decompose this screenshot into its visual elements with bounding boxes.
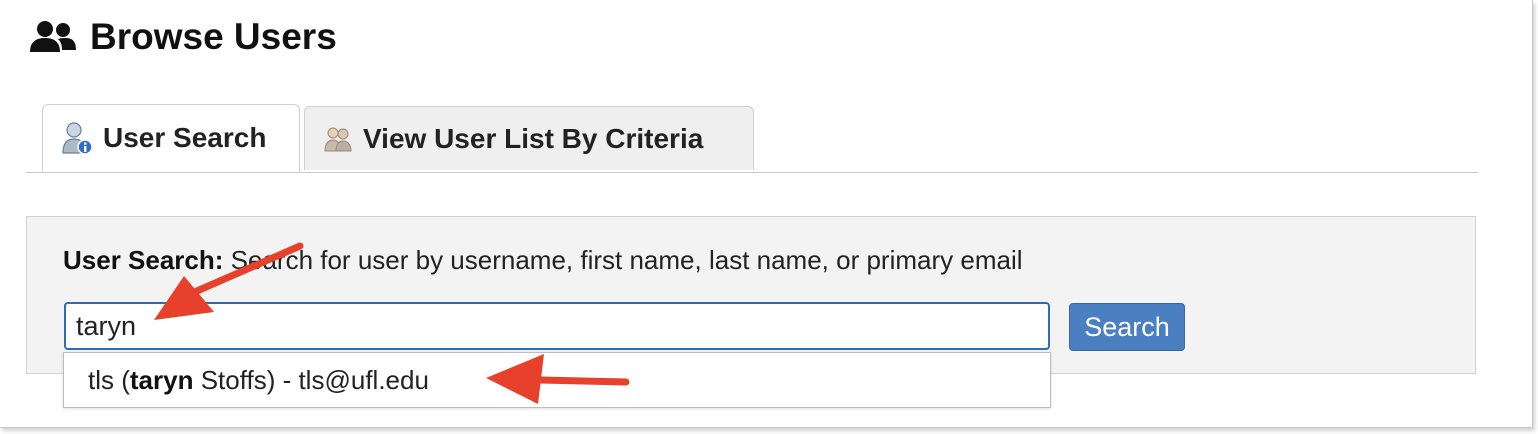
search-label: User Search:	[63, 245, 224, 275]
search-help-text: Search for user by username, first name,…	[223, 245, 1023, 275]
autocomplete-dropdown: tls (taryn Stoffs) - tls@ufl.edu	[63, 352, 1051, 408]
suggestion-suffix: Stoffs) - tls@ufl.edu	[193, 365, 429, 395]
user-search-panel: User Search: Search for user by username…	[26, 216, 1476, 374]
tab-user-search[interactable]: User Search	[42, 104, 300, 172]
search-button[interactable]: Search	[1069, 303, 1185, 351]
page-title-text: Browse Users	[90, 16, 337, 57]
tab-bar: User Search View User List By Criteria	[26, 104, 1478, 173]
tab-user-search-label: User Search	[103, 122, 267, 153]
suggestion-prefix: tls (	[88, 365, 130, 395]
user-info-icon	[62, 122, 93, 155]
page-title: Browse Users	[28, 16, 337, 58]
autocomplete-suggestion[interactable]: tls (taryn Stoffs) - tls@ufl.edu	[88, 365, 429, 396]
users-list-icon	[324, 127, 352, 151]
tab-view-user-list-label: View User List By Criteria	[363, 122, 704, 154]
search-description: User Search: Search for user by username…	[63, 245, 1023, 276]
suggestion-match: taryn	[129, 365, 194, 395]
users-group-icon	[30, 21, 76, 52]
tab-view-user-list-by-criteria[interactable]: View User List By Criteria	[304, 106, 754, 170]
user-search-input[interactable]	[64, 302, 1050, 350]
